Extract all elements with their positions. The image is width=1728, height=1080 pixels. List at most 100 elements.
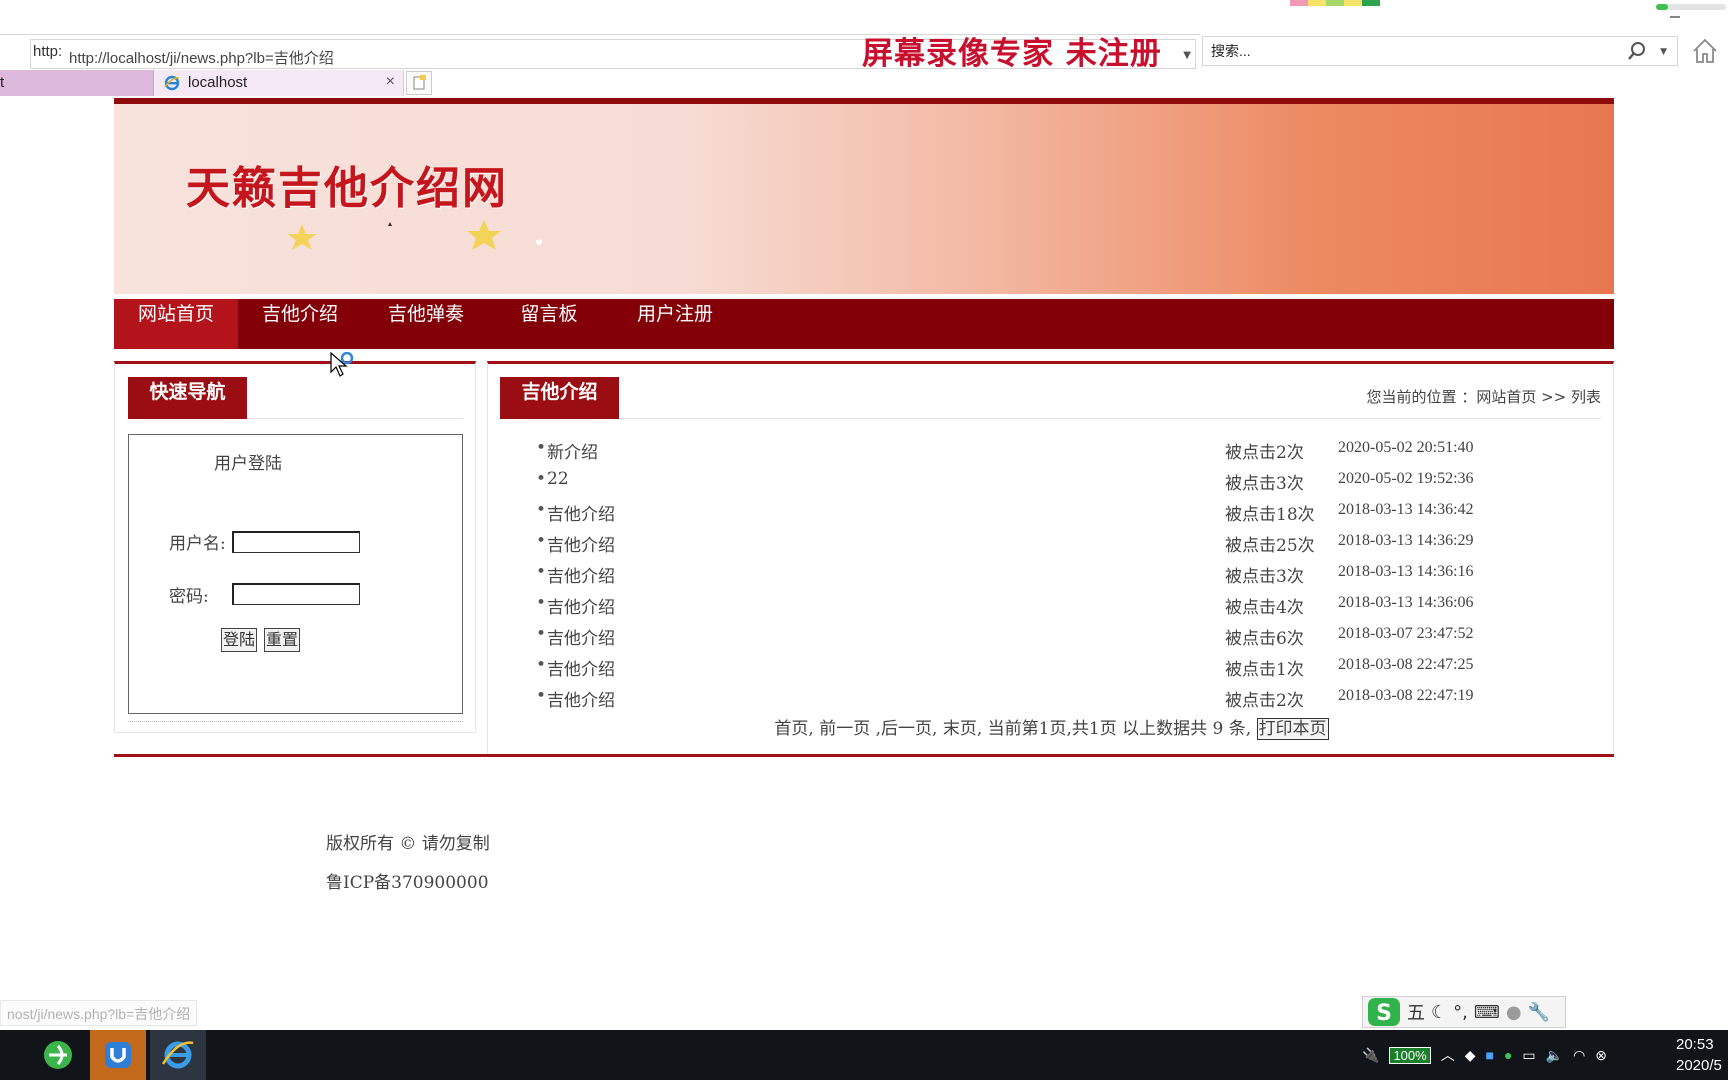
site-banner: 天籁吉他介绍网 — [114, 98, 1614, 294]
hit-count: 被点击25次 — [1225, 536, 1315, 556]
status-link-hint: nost/ji/news.php?lb=吉他介绍 — [0, 1000, 198, 1026]
new-tab-button[interactable] — [406, 71, 432, 95]
shield-icon[interactable]: ■ — [1485, 1047, 1493, 1063]
article-link[interactable]: 新介绍 — [547, 438, 598, 463]
pager-last[interactable]: 末页, — [943, 714, 982, 739]
color-strip — [1290, 0, 1380, 6]
nav-item-register[interactable]: 用户注册 — [610, 299, 740, 349]
volume-icon[interactable]: 🔈 — [1546, 1047, 1563, 1064]
password-field[interactable] — [232, 583, 360, 605]
footer: 版权所有 © 请勿复制 鲁ICP备370900000 — [326, 825, 490, 903]
search-dropdown-icon[interactable]: ▼ — [1660, 47, 1667, 57]
taskbar: 🔌 100% ︿ ◆ ■ ● ▭ 🔈 ◠ ⊗ 20:53 2020/5 — [0, 1030, 1728, 1080]
main-nav: 网站首页 吉他介绍 吉他弹奏 留言板 用户注册 — [114, 299, 1614, 349]
reset-button[interactable]: 重置 — [264, 628, 301, 652]
breadcrumb: 您当前的位置 ：网站首页 >> 列表 — [1366, 388, 1601, 406]
home-icon[interactable] — [1690, 36, 1720, 66]
article-link[interactable]: 吉他介绍 — [547, 655, 615, 680]
article-link[interactable]: 吉他介绍 — [547, 531, 615, 556]
tab-strip: t localhost × — [0, 70, 1728, 96]
address-dropdown-icon[interactable]: ▼ — [1183, 50, 1191, 61]
keyboard-icon[interactable]: ⌨ — [1474, 1002, 1500, 1023]
main-heading: 吉他介绍 — [500, 377, 619, 419]
sogou-logo-icon[interactable]: S — [1367, 997, 1401, 1027]
timestamp: 2018-03-13 14:36:16 — [1338, 563, 1474, 580]
timestamp: 2018-03-08 22:47:19 — [1338, 687, 1474, 704]
search-icon[interactable] — [1627, 41, 1647, 61]
notification-close-icon[interactable]: ⊗ — [1595, 1047, 1607, 1064]
hit-count: 被点击6次 — [1225, 629, 1304, 649]
nav-item-guitar-play[interactable]: 吉他弹奏 — [364, 299, 488, 349]
content-divider — [114, 754, 1614, 757]
start-icon — [0, 1043, 3, 1067]
search-input[interactable] — [1211, 43, 1611, 59]
pager-first[interactable]: 首页, — [774, 714, 813, 739]
wifi-icon[interactable]: ◠ — [1573, 1047, 1585, 1064]
taskbar-app-360[interactable] — [30, 1030, 86, 1080]
nav-item-guestbook[interactable]: 留言板 — [494, 299, 604, 349]
timestamp: 2020-05-02 19:52:36 — [1338, 470, 1474, 487]
timestamp: 2020-05-02 20:51:40 — [1338, 439, 1474, 456]
list-item: • 吉他介绍 被点击4次 2018-03-13 14:36:06 — [536, 593, 1474, 618]
address-protocol: http: — [31, 43, 65, 60]
keyboard-tray-icon[interactable]: ▭ — [1522, 1047, 1535, 1064]
system-tray: 🔌 100% ︿ ◆ ■ ● ▭ 🔈 ◠ ⊗ — [1362, 1030, 1607, 1080]
battery-indicator[interactable]: 100% — [1389, 1046, 1431, 1064]
copyright-text: 版权所有 © 请勿复制 — [326, 834, 490, 854]
taskbar-app-u[interactable] — [90, 1030, 146, 1080]
clock-date: 2020/5 — [1676, 1057, 1722, 1074]
login-button[interactable]: 登陆 — [221, 628, 258, 652]
hit-count: 被点击3次 — [1225, 567, 1304, 587]
minimize-icon[interactable] — [1656, 0, 1726, 20]
user-icon[interactable]: ● — [1506, 1002, 1522, 1023]
ime-mode[interactable]: 五 — [1407, 999, 1425, 1025]
start-button[interactable] — [0, 1030, 8, 1080]
timestamp: 2018-03-07 23:47:52 — [1338, 625, 1474, 642]
hit-count: 被点击18次 — [1225, 505, 1315, 525]
timestamp: 2018-03-08 22:47:25 — [1338, 656, 1474, 673]
punctuation-icon[interactable]: °, — [1453, 1002, 1468, 1023]
article-link[interactable]: 吉他介绍 — [547, 562, 615, 587]
power-plug-icon[interactable]: 🔌 — [1362, 1047, 1379, 1064]
pager-next[interactable]: ,后一页, — [876, 714, 938, 739]
username-field[interactable] — [232, 531, 360, 553]
username-label: 用户名: — [169, 534, 226, 554]
print-button[interactable]: 打印本页 — [1256, 718, 1329, 740]
tab-localhost[interactable]: localhost × — [154, 70, 404, 96]
article-link[interactable]: 吉他介绍 — [547, 593, 615, 618]
site-title: 天籁吉他介绍网 — [186, 163, 508, 214]
nav-item-home[interactable]: 网站首页 — [114, 299, 238, 349]
login-form: 用户登陆 用户名: 密码: 登陆 重置 — [128, 434, 463, 714]
tab-close-icon[interactable]: × — [386, 73, 395, 91]
taskbar-app-ie[interactable] — [150, 1030, 206, 1080]
tab-previous[interactable]: t — [0, 70, 154, 96]
clock-time: 20:53 — [1676, 1036, 1714, 1053]
search-box[interactable]: ▼ — [1202, 36, 1678, 66]
hit-count: 被点击2次 — [1225, 443, 1304, 463]
article-link[interactable]: 吉他介绍 — [547, 624, 615, 649]
svg-text:S: S — [1376, 1001, 1392, 1026]
article-link[interactable]: 吉他介绍 — [547, 686, 615, 711]
system-clock[interactable]: 20:53 2020/5 — [1676, 1034, 1728, 1076]
internet-explorer-icon — [161, 1041, 194, 1069]
list-item: • 吉他介绍 被点击25次 2018-03-13 14:36:29 — [536, 531, 1474, 556]
hit-count: 被点击1次 — [1225, 660, 1304, 680]
nav-item-guitar-intro[interactable]: 吉他介绍 — [238, 299, 362, 349]
hit-count: 被点击3次 — [1225, 474, 1304, 494]
pagination: 首页, 前一页 ,后一页, 末页, 当前第1页,共1页 以上数据共 9 条, 打… — [488, 714, 1615, 740]
list-item: • 22 被点击3次 2020-05-02 19:52:36 — [536, 469, 1474, 494]
article-list: • 新介绍 被点击2次 2020-05-02 20:51:40 • 22 被点击3次 202… — [536, 436, 1586, 715]
article-link[interactable]: 22 — [547, 469, 569, 489]
password-label: 密码: — [169, 587, 209, 607]
pager-prev[interactable]: 前一页 — [819, 714, 870, 739]
icp-text: 鲁ICP备370900000 — [326, 873, 489, 893]
article-link[interactable]: 吉他介绍 — [547, 500, 615, 525]
wechat-icon[interactable]: ● — [1504, 1047, 1512, 1063]
address-url[interactable]: http://localhost/ji/news.php?lb=吉他介绍 — [69, 47, 334, 68]
penguin-icon[interactable]: ◆ — [1465, 1047, 1476, 1064]
sidebar-heading: 快速导航 — [128, 377, 247, 419]
tray-expand-icon[interactable]: ︿ — [1441, 1045, 1455, 1065]
moon-icon[interactable]: ☾ — [1431, 1002, 1447, 1023]
list-item: • 吉他介绍 被点击3次 2018-03-13 14:36:16 — [536, 562, 1474, 587]
wrench-icon[interactable]: 🔧 — [1528, 1002, 1550, 1023]
